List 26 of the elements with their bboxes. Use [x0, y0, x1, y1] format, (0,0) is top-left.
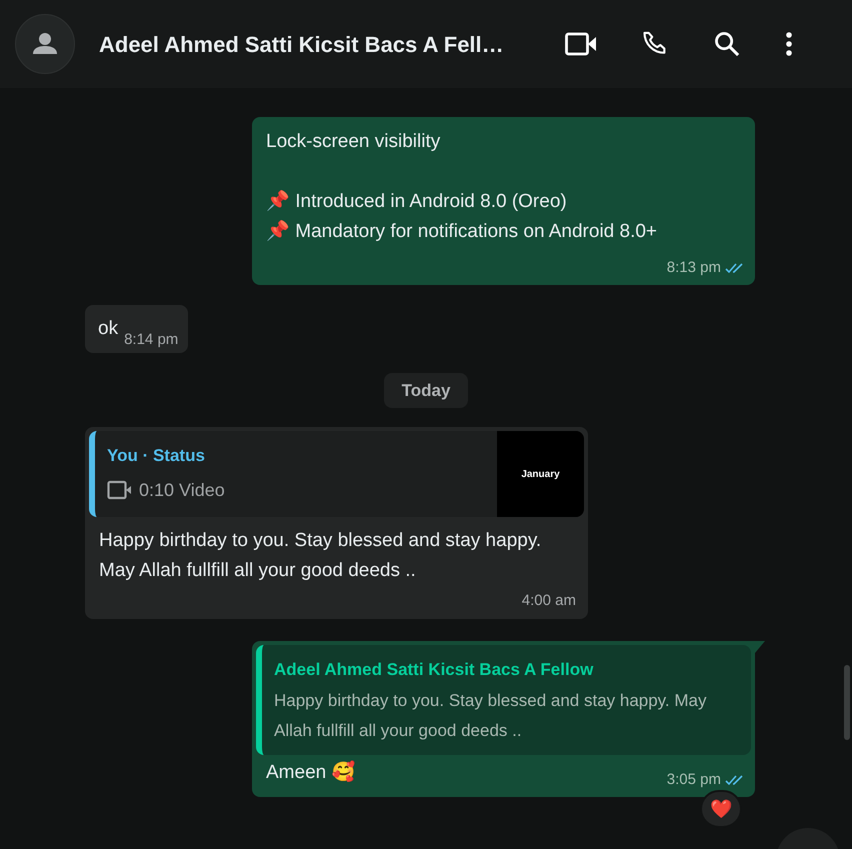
quote-author: You · Status — [107, 445, 206, 467]
more-options-icon[interactable] — [785, 31, 793, 57]
message-time: 4:00 am — [522, 591, 576, 611]
quoted-message[interactable]: Adeel Ahmed Satti Kicsit Bacs A Fellow Happy birthday to you. Stay blessed and stay happy. May Allah fullfill all your good deeds .. — [256, 644, 751, 754]
message-time: 3:05 pm — [666, 770, 721, 790]
quote-author: Adeel Ahmed Satti Kicsit Bacs A Fellow — [274, 658, 594, 680]
message-text: Lock-screen visibility — [266, 130, 442, 154]
quoted-status[interactable]: You · Status 0:10 Video January — [89, 431, 584, 517]
message-text: 📌 Introduced in Android 8.0 (Oreo) 📌 Mandatory for notifications on Android 8.0+ — [266, 189, 658, 244]
double-check-icon — [725, 774, 745, 786]
media-duration: 0:10 Video — [139, 478, 225, 502]
quoted-text: Happy birthday to you. Stay blessed and stay happy. May Allah fullfill all your good deeds .. — [274, 690, 708, 742]
message-text: Happy birthday to you. Stay blessed and stay happy. May Allah fullfill all your good deeds .. — [98, 529, 542, 583]
video-camera-icon — [107, 480, 133, 500]
message-time: 8:13 pm — [666, 258, 721, 278]
message-time: 8:14 pm — [124, 330, 178, 350]
video-call-icon[interactable] — [565, 32, 597, 56]
search-icon[interactable] — [713, 30, 741, 58]
double-check-icon — [725, 262, 745, 274]
thumbnail-caption: January — [521, 468, 560, 482]
scrollbar-thumb[interactable] — [844, 665, 850, 740]
contact-name[interactable]: Adeel Ahmed Satti Kicsit Bacs A Fell… — [99, 28, 529, 60]
message-text: Ameen 🥰 — [266, 760, 356, 784]
message-text: ok — [98, 317, 118, 341]
person-icon — [32, 32, 58, 56]
reaction-badge[interactable]: ❤ — [700, 790, 742, 828]
